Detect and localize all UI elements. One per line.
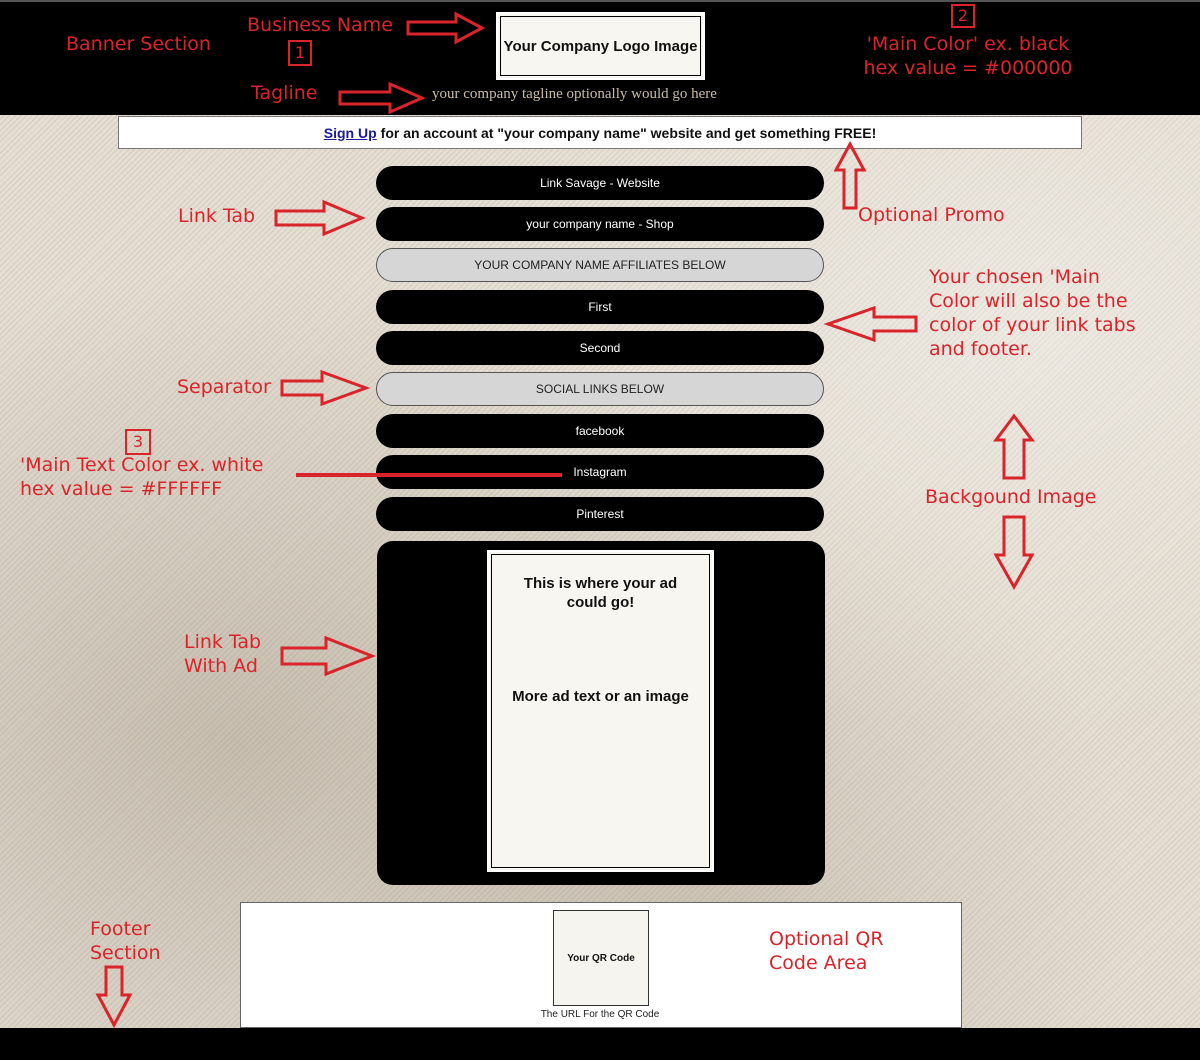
pointer-line: [296, 473, 562, 477]
annotation-main-color: 'Main Color' ex. black hex value = #0000…: [858, 32, 1078, 80]
annotation-line: color of your link tabs: [929, 314, 1136, 336]
footer-section: [0, 1028, 1200, 1060]
annotation-number-2: 2: [951, 4, 975, 28]
link-tab-first[interactable]: First: [376, 290, 824, 324]
company-logo[interactable]: Your Company Logo Image: [496, 12, 705, 80]
link-tab-pinterest[interactable]: Pinterest: [376, 497, 824, 531]
ad-headline: This is where your ad could go!: [523, 575, 678, 611]
link-tab-facebook[interactable]: facebook: [376, 414, 824, 448]
tab-label: your company name - Shop: [526, 217, 674, 231]
annotation-line: Your chosen 'Main: [929, 266, 1100, 288]
arrow-down-icon: [993, 515, 1035, 591]
annotation-line: Optional QR: [769, 928, 884, 950]
qr-url: The URL For the QR Code: [540, 1009, 660, 1020]
annotation-separator: Separator: [177, 376, 271, 398]
annotation-background-image: Backgound Image: [925, 486, 1097, 508]
arrow-up-icon: [833, 140, 867, 210]
annotation-line: With Ad: [184, 655, 258, 677]
annotation-link-tab: Link Tab: [178, 205, 256, 227]
ad-box[interactable]: This is where your ad could go! More ad …: [487, 550, 714, 872]
sign-up-link[interactable]: Sign Up: [324, 125, 377, 141]
promo-bar: Sign Up for an account at "your company …: [118, 116, 1082, 149]
annotation-main-text-color: 'Main Text Color ex. white hex value = #…: [20, 453, 263, 501]
link-tab-second[interactable]: Second: [376, 331, 824, 365]
annotation-chosen-color: Your chosen 'Main Color will also be the…: [929, 265, 1136, 361]
qr-code[interactable]: Your QR Code: [553, 910, 649, 1006]
annotation-line: hex value = #FFFFFF: [20, 478, 223, 500]
tagline: your company tagline optionally would go…: [432, 86, 717, 102]
annotation-line: hex value = #000000: [863, 57, 1073, 79]
annotation-line: Section: [90, 942, 161, 964]
arrow-right-icon: [280, 369, 371, 407]
annotation-line: 'Main Text Color ex. white: [20, 454, 264, 476]
annotation-line: Code Area: [769, 952, 868, 974]
annotation-number-1: 1: [288, 40, 312, 66]
separator-social: SOCIAL LINKS BELOW: [376, 372, 824, 406]
arrow-down-icon: [95, 965, 133, 1029]
annotation-number-3: 3: [125, 429, 151, 455]
qr-label: Your QR Code: [567, 952, 635, 964]
arrow-right-icon: [280, 635, 377, 677]
annotation-line: 'Main Color' ex. black: [866, 33, 1070, 55]
arrow-right-icon: [406, 11, 486, 45]
arrow-right-icon: [274, 199, 366, 237]
separator-affiliates: YOUR COMPANY NAME AFFILIATES BELOW: [376, 248, 824, 282]
tab-label: Pinterest: [576, 507, 624, 521]
annotation-line: Color will also be the: [929, 290, 1128, 312]
annotation-qr-area: Optional QR Code Area: [769, 927, 884, 975]
link-tab-website[interactable]: Link Savage - Website: [376, 166, 824, 200]
arrow-left-icon: [823, 305, 918, 343]
annotation-optional-promo: Optional Promo: [858, 204, 1005, 226]
annotation-tagline: Tagline: [251, 82, 318, 104]
annotation-footer-section: Footer Section: [90, 917, 161, 965]
annotation-banner-section: Banner Section: [66, 33, 211, 55]
arrow-up-icon: [993, 413, 1035, 480]
tab-label: Link Savage - Website: [540, 176, 660, 190]
link-tab-shop[interactable]: your company name - Shop: [376, 207, 824, 241]
annotation-line: Footer: [90, 918, 151, 940]
annotation-link-tab-with-ad: Link Tab With Ad: [184, 630, 261, 678]
separator-label: SOCIAL LINKS BELOW: [535, 382, 665, 396]
arrow-right-icon: [338, 81, 426, 115]
tab-label: First: [588, 300, 612, 314]
annotation-business-name: Business Name: [247, 14, 393, 36]
annotation-line: Link Tab: [184, 631, 262, 653]
logo-text: Your Company Logo Image: [503, 37, 698, 55]
ad-subtext: More ad text or an image: [512, 688, 689, 705]
tab-label: Second: [579, 341, 621, 355]
tab-label: facebook: [575, 424, 625, 438]
separator-label: YOUR COMPANY NAME AFFILIATES BELOW: [474, 258, 726, 272]
promo-text: for an account at "your company name" we…: [380, 124, 877, 141]
tab-label: Instagram: [573, 465, 627, 479]
annotation-line: and footer.: [929, 338, 1032, 360]
